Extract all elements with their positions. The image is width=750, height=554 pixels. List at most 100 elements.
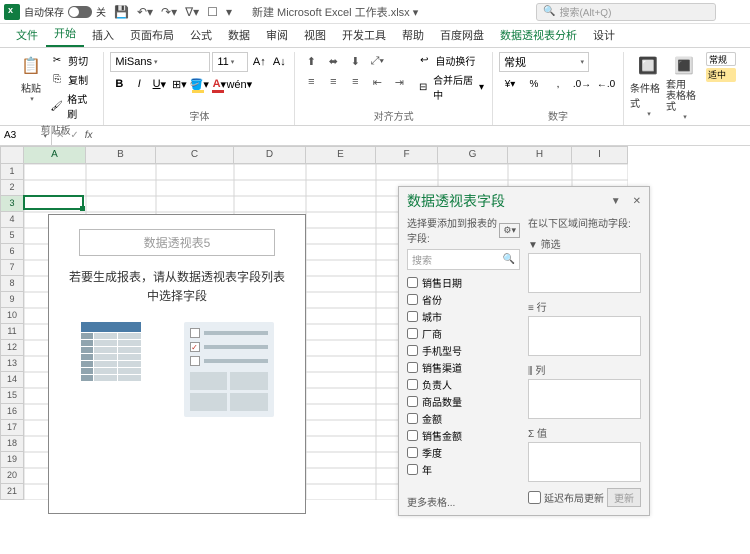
tab-help[interactable]: 帮助 [394,23,432,47]
row-header-8[interactable]: 8 [0,276,24,292]
search-box[interactable]: 🔍 搜索(Alt+Q) [536,3,716,21]
name-box[interactable]: A3▾ [0,126,52,145]
defer-layout-checkbox[interactable]: 延迟布局更新 [528,490,604,505]
cell-style-normal[interactable]: 常规 [706,52,736,66]
row-header-19[interactable]: 19 [0,452,24,468]
tab-home[interactable]: 开始 [46,21,84,47]
underline-button[interactable]: U▾ [150,75,168,93]
field-pane-close-icon[interactable]: ✕ [633,196,641,207]
active-cell[interactable] [23,195,84,210]
wrap-text-button[interactable]: ↩自动换行 [415,52,486,69]
tab-insert[interactable]: 插入 [84,23,122,47]
row-header-20[interactable]: 20 [0,468,24,484]
conditional-format-button[interactable]: 🔲 条件格式▾ [630,52,666,118]
toggle-switch[interactable] [68,6,92,18]
tab-dev[interactable]: 开发工具 [334,23,394,47]
row-header-4[interactable]: 4 [0,212,24,228]
fill-color-button[interactable]: 🪣▾ [190,75,208,93]
update-button[interactable]: 更新 [607,488,641,507]
align-bottom-button[interactable]: ⬇ [345,52,365,70]
filter-icon[interactable]: ∇▾ [185,5,199,19]
save-icon[interactable]: 💾 [114,5,129,19]
col-header-F[interactable]: F [376,146,438,164]
pivot-field-2[interactable]: 城市 [407,308,520,325]
copy-button[interactable]: ⎘复制 [48,71,97,88]
field-checkbox[interactable] [407,311,418,322]
decrease-decimal-button[interactable]: ←.0 [595,75,617,93]
row-header-11[interactable]: 11 [0,324,24,340]
row-header-5[interactable]: 5 [0,228,24,244]
tab-baidu[interactable]: 百度网盘 [432,23,492,47]
increase-font-button[interactable]: A↑ [250,53,268,71]
italic-button[interactable]: I [130,75,148,93]
indent-inc-button[interactable]: ⇥ [389,73,409,91]
confirm-formula-icon[interactable]: ✓ [70,130,78,141]
tab-pivot-analyze[interactable]: 数据透视表分析 [492,23,585,47]
formula-input[interactable] [97,126,750,145]
row-header-3[interactable]: 3 [0,196,24,212]
col-header-E[interactable]: E [306,146,376,164]
row-header-13[interactable]: 13 [0,356,24,372]
row-header-2[interactable]: 2 [0,180,24,196]
align-left-button[interactable]: ≡ [301,73,321,91]
row-header-10[interactable]: 10 [0,308,24,324]
row-header-14[interactable]: 14 [0,372,24,388]
align-right-button[interactable]: ≡ [345,73,365,91]
col-header-H[interactable]: H [508,146,572,164]
pivot-field-7[interactable]: 商品数量 [407,393,520,410]
cut-button[interactable]: ✂剪切 [48,52,97,69]
field-search-input[interactable]: 搜索 🔍 [407,249,520,270]
col-header-B[interactable]: B [86,146,156,164]
row-header-1[interactable]: 1 [0,164,24,180]
drop-area-cols[interactable] [528,379,641,419]
table-format-button[interactable]: 🔳 套用 表格格式▾ [666,52,702,121]
increase-decimal-button[interactable]: .0→ [571,75,593,93]
tab-review[interactable]: 审阅 [258,23,296,47]
tab-data[interactable]: 数据 [220,23,258,47]
col-header-C[interactable]: C [156,146,234,164]
currency-button[interactable]: ¥▾ [499,75,521,93]
field-checkbox[interactable] [407,379,418,390]
field-checkbox[interactable] [407,430,418,441]
col-header-D[interactable]: D [234,146,306,164]
tab-layout[interactable]: 页面布局 [122,23,182,47]
field-checkbox[interactable] [407,362,418,373]
row-header-21[interactable]: 21 [0,484,24,500]
field-checkbox[interactable] [407,447,418,458]
paste-button[interactable]: 📋 粘贴 ▾ [14,52,48,103]
field-pane-gear-icon[interactable]: ⚙▾ [499,223,520,238]
tab-file[interactable]: 文件 [8,23,46,47]
filename[interactable]: 新建 Microsoft Excel 工作表.xlsx ▾ [252,4,418,20]
number-format-select[interactable]: 常规▾ [499,52,589,72]
row-header-9[interactable]: 9 [0,292,24,308]
font-color-button[interactable]: A▾ [210,75,228,93]
fx-icon[interactable]: fx [85,130,93,141]
row-header-17[interactable]: 17 [0,420,24,436]
field-checkbox[interactable] [407,345,418,356]
select-all-corner[interactable] [0,146,24,164]
drop-area-filter[interactable] [528,253,641,293]
align-center-button[interactable]: ≡ [323,73,343,91]
pivot-field-10[interactable]: 季度 [407,444,520,461]
pivot-field-9[interactable]: 销售金额 [407,427,520,444]
format-painter-button[interactable]: 🖌格式刷 [48,90,97,122]
tab-formulas[interactable]: 公式 [182,23,220,47]
pivot-field-4[interactable]: 手机型号 [407,342,520,359]
field-checkbox[interactable] [407,464,418,475]
field-checkbox[interactable] [407,328,418,339]
redo-icon[interactable]: ↷▾ [161,5,177,19]
pivot-field-8[interactable]: 金额 [407,410,520,427]
cell-style-good[interactable]: 适中 [706,68,736,82]
row-header-18[interactable]: 18 [0,436,24,452]
pivot-field-0[interactable]: 销售日期 [407,274,520,291]
align-middle-button[interactable]: ⬌ [323,52,343,70]
decrease-font-button[interactable]: A↓ [270,53,288,71]
qat-more[interactable]: ▾ [226,5,232,19]
tab-design[interactable]: 设计 [585,23,623,47]
autosave-toggle[interactable]: 自动保存 关 [24,4,106,19]
phonetic-button[interactable]: wén▾ [230,75,248,93]
percent-button[interactable]: % [523,75,545,93]
comma-button[interactable]: , [547,75,569,93]
pivot-field-pane[interactable]: 数据透视表字段 ▼ ✕ 选择要添加到报表的字段: ⚙▾ 搜索 🔍 销售日期省份城… [398,186,650,516]
border-button[interactable]: ⊞▾ [170,75,188,93]
